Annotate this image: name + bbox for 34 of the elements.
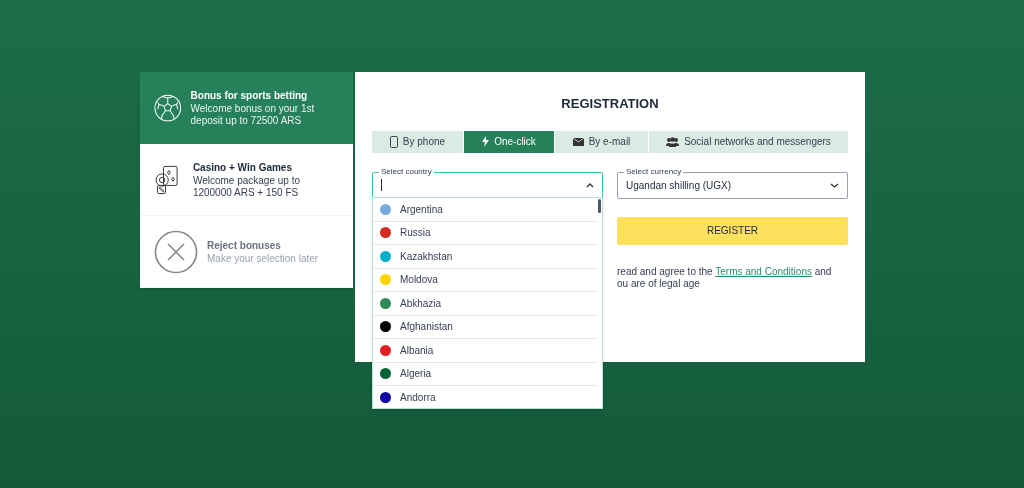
envelope-icon bbox=[572, 137, 584, 146]
country-option[interactable]: Algeria bbox=[373, 362, 598, 386]
country-option[interactable]: Afghanistan bbox=[373, 315, 598, 339]
country-option[interactable]: Moldova bbox=[373, 268, 598, 292]
registration-title: REGISTRATION bbox=[560, 95, 660, 113]
close-icon bbox=[154, 229, 198, 274]
country-option[interactable]: Russia bbox=[373, 221, 598, 245]
people-icon bbox=[666, 136, 680, 147]
country-option[interactable]: Kazakhstan bbox=[373, 245, 598, 269]
bonus-option[interactable]: Casino + Win Games Welcome package up to 1200000 ARS + 150 FS bbox=[140, 144, 353, 216]
lightning-icon bbox=[482, 136, 490, 147]
country-option[interactable]: Andorra bbox=[373, 386, 598, 408]
bonus-option[interactable]: Bonus for sports betting Welcome bonus on your 1st deposit up to 72500 ARS bbox=[140, 72, 353, 144]
scrollbar-thumb[interactable] bbox=[598, 199, 601, 213]
bonus-title: Casino + Win Games bbox=[192, 160, 293, 175]
caret-icon bbox=[830, 182, 839, 188]
terms-link[interactable]: Terms and Conditions bbox=[715, 265, 812, 277]
country-option[interactable]: Argentina bbox=[373, 198, 598, 222]
bonus-description: Welcome package up to 1200000 ARS + 150 FS bbox=[192, 174, 301, 199]
tab[interactable]: By e-mail bbox=[555, 130, 648, 153]
tab[interactable]: Social networks and messengers bbox=[649, 130, 848, 153]
tab[interactable]: By phone bbox=[372, 130, 463, 153]
country-option[interactable]: Abkhazia bbox=[373, 292, 598, 316]
tab[interactable]: One-click bbox=[464, 130, 554, 153]
phone-icon bbox=[389, 135, 398, 148]
bonus-title: Bonus for sports betting bbox=[190, 89, 309, 103]
register-button[interactable]: REGISTER bbox=[617, 216, 848, 245]
agreement-text: read and agree to the Terms and Conditions and ou are of legal age bbox=[617, 265, 833, 290]
caret-icon bbox=[586, 182, 594, 188]
country-option[interactable]: Albania bbox=[373, 339, 598, 363]
bonus-option[interactable]: Reject bonuses Make your selection later bbox=[140, 216, 353, 288]
bonus-description: Make your selection later bbox=[207, 252, 319, 265]
bonus-description: Welcome bonus on your 1st deposit up to 72500 ARS bbox=[190, 103, 316, 127]
bonus-title: Reject bonuses bbox=[207, 238, 282, 253]
